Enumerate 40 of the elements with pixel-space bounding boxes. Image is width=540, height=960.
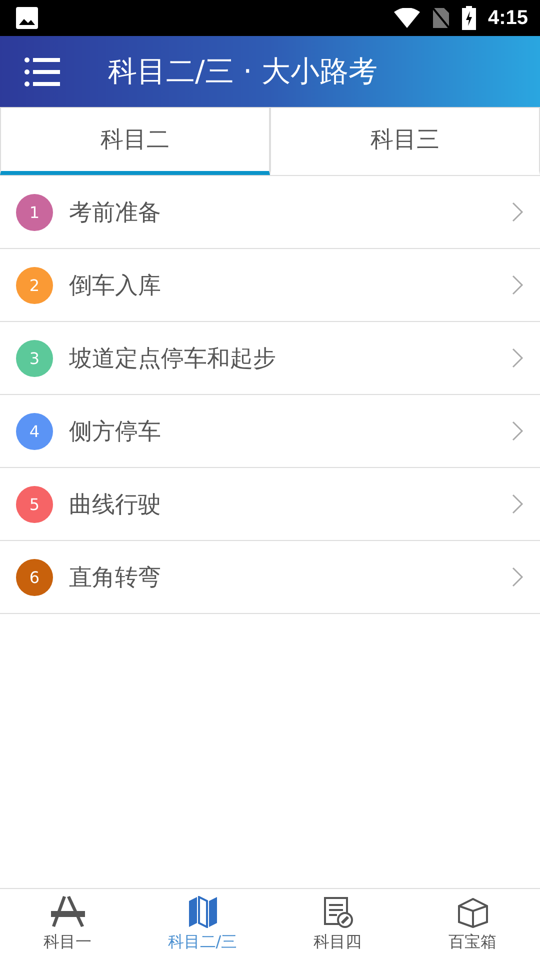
item-label: 侧方停车 bbox=[69, 418, 162, 446]
item-label: 坡道定点停车和起步 bbox=[69, 344, 277, 374]
number-badge: 2 bbox=[16, 266, 53, 304]
list-item[interactable]: 1 考前准备 bbox=[0, 176, 540, 249]
status-time: 4:15 bbox=[488, 6, 528, 30]
box-icon bbox=[456, 896, 490, 928]
number-badge: 6 bbox=[16, 558, 53, 596]
tab[interactable]: 科目三 bbox=[270, 107, 540, 175]
chevron-right-icon bbox=[512, 348, 524, 368]
wifi-icon bbox=[394, 8, 420, 28]
battery-charging-icon bbox=[462, 6, 476, 30]
nav-tab[interactable]: 科目四 bbox=[270, 889, 405, 960]
item-label: 考前准备 bbox=[69, 198, 162, 228]
number-badge: 5 bbox=[16, 486, 53, 522]
compass-icon bbox=[50, 896, 86, 928]
number-badge: 4 bbox=[16, 412, 53, 450]
item-label: 直角转弯 bbox=[69, 564, 162, 592]
chevron-right-icon bbox=[512, 567, 524, 587]
edit-form-icon bbox=[322, 896, 352, 928]
list-item[interactable]: 4 侧方停车 bbox=[0, 395, 540, 468]
nav-tab[interactable]: 百宝箱 bbox=[405, 889, 540, 960]
image-icon bbox=[16, 7, 38, 29]
chevron-right-icon bbox=[512, 275, 524, 295]
number-badge: 3 bbox=[16, 340, 53, 376]
item-label: 倒车入库 bbox=[69, 272, 162, 300]
tab[interactable]: 科目二 bbox=[0, 107, 270, 175]
chevron-right-icon bbox=[512, 202, 524, 222]
list-item[interactable]: 6 直角转弯 bbox=[0, 541, 540, 614]
list-item[interactable]: 3 坡道定点停车和起步 bbox=[0, 322, 540, 395]
item-label: 曲线行驶 bbox=[69, 490, 162, 520]
list-item[interactable]: 2 倒车入库 bbox=[0, 249, 540, 322]
no-sim-icon bbox=[432, 7, 450, 29]
chevron-right-icon bbox=[512, 421, 524, 441]
header-title: 科目二/三 · 大小路考 bbox=[108, 52, 378, 90]
menu-icon[interactable] bbox=[24, 56, 60, 86]
chevron-right-icon bbox=[512, 494, 524, 514]
list-item[interactable]: 5 曲线行驶 bbox=[0, 468, 540, 541]
nav-tab[interactable]: 科目一 bbox=[0, 889, 135, 960]
number-badge: 1 bbox=[16, 194, 53, 230]
map-icon bbox=[188, 896, 218, 928]
